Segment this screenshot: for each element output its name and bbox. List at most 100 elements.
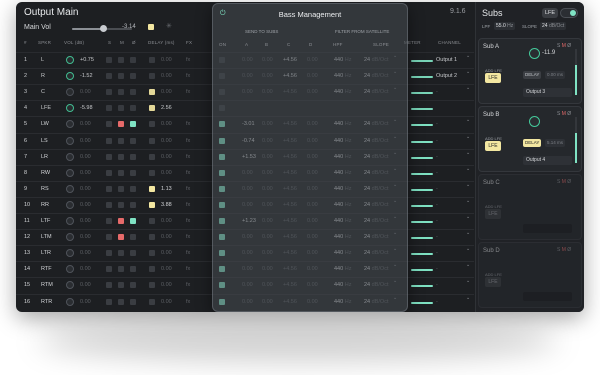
- volume-knob[interactable]: [66, 88, 74, 97]
- fx-button[interactable]: fx: [186, 198, 190, 213]
- sub-volume-knob[interactable]: [529, 48, 540, 59]
- add-lfe-button[interactable]: LFE: [485, 209, 501, 219]
- volume-knob[interactable]: [66, 281, 74, 290]
- solo-toggle[interactable]: [106, 57, 112, 63]
- delay-toggle[interactable]: [149, 218, 155, 224]
- mute-toggle[interactable]: [118, 137, 124, 144]
- chevron-down-icon[interactable]: ⌄: [466, 278, 470, 284]
- mute-toggle[interactable]: [118, 218, 124, 224]
- mute-toggle[interactable]: [118, 73, 124, 80]
- solo-toggle[interactable]: [106, 105, 112, 112]
- phase-toggle[interactable]: [130, 153, 136, 160]
- mute-toggle[interactable]: [118, 250, 124, 257]
- channel-select[interactable]: -: [436, 230, 438, 245]
- phase-toggle[interactable]: [130, 218, 136, 224]
- delay-toggle[interactable]: [149, 57, 155, 63]
- mute-toggle[interactable]: [118, 169, 124, 176]
- channel-select[interactable]: -: [436, 295, 438, 310]
- delay-toggle[interactable]: [149, 169, 155, 176]
- fx-button[interactable]: fx: [186, 85, 190, 100]
- volume-knob[interactable]: [66, 265, 74, 274]
- channel-select[interactable]: -: [436, 85, 438, 100]
- delay-toggle[interactable]: [149, 105, 155, 112]
- channel-select[interactable]: -: [436, 182, 438, 197]
- phase-toggle[interactable]: [130, 298, 136, 305]
- delay-toggle[interactable]: [149, 73, 155, 80]
- mute-toggle[interactable]: [118, 57, 124, 63]
- volume-knob[interactable]: [66, 297, 74, 306]
- phase-toggle[interactable]: [130, 250, 136, 257]
- lfe-toggle[interactable]: [560, 8, 578, 18]
- chevron-down-icon[interactable]: ⌄: [466, 198, 470, 204]
- volume-knob[interactable]: [66, 217, 74, 225]
- channel-select[interactable]: Output 2: [436, 69, 457, 84]
- solo-toggle[interactable]: [106, 298, 112, 305]
- fx-button[interactable]: fx: [186, 246, 190, 261]
- channel-select[interactable]: -: [436, 262, 438, 277]
- chevron-down-icon[interactable]: ⌄: [466, 295, 470, 301]
- solo-toggle[interactable]: [106, 201, 112, 208]
- mute-toggle[interactable]: [118, 185, 124, 192]
- solo-toggle[interactable]: [106, 234, 112, 241]
- channel-select[interactable]: Output 1: [436, 53, 457, 68]
- solo-toggle[interactable]: [106, 218, 112, 224]
- mute-toggle[interactable]: [118, 282, 124, 289]
- phase-toggle[interactable]: [130, 169, 136, 176]
- chevron-down-icon[interactable]: ⌄: [466, 166, 470, 172]
- lpf-value[interactable]: 55.0 Hz: [494, 22, 516, 30]
- solo-toggle[interactable]: [106, 89, 112, 96]
- solo-toggle[interactable]: [106, 282, 112, 289]
- chevron-down-icon[interactable]: ⌄: [466, 150, 470, 156]
- delay-toggle[interactable]: [149, 121, 155, 128]
- mute-toggle[interactable]: [118, 298, 124, 305]
- phase-toggle[interactable]: [130, 201, 136, 208]
- phase-toggle[interactable]: [130, 121, 136, 128]
- delay-toggle[interactable]: [149, 89, 155, 96]
- solo-toggle[interactable]: [106, 250, 112, 257]
- channel-select[interactable]: -: [436, 150, 438, 165]
- sub-flags[interactable]: S M Ø: [557, 43, 571, 49]
- phase-toggle[interactable]: [130, 89, 136, 96]
- volume-knob[interactable]: [66, 200, 74, 209]
- sub-delay-value[interactable]: 5.14 ms: [545, 139, 566, 147]
- sub-output-select[interactable]: Output 3: [523, 88, 572, 97]
- volume-knob[interactable]: [66, 233, 74, 242]
- delay-toggle[interactable]: [149, 153, 155, 160]
- mute-toggle[interactable]: [118, 234, 124, 241]
- chevron-down-icon[interactable]: ⌄: [466, 85, 470, 91]
- solo-toggle[interactable]: [106, 121, 112, 128]
- channel-select[interactable]: -: [436, 246, 438, 261]
- delay-toggle[interactable]: [149, 282, 155, 289]
- mute-toggle[interactable]: [118, 266, 124, 273]
- chevron-down-icon[interactable]: ⌄: [466, 53, 470, 59]
- sub-output-select[interactable]: Output 4: [523, 156, 572, 165]
- sub-volume-knob[interactable]: [529, 116, 540, 127]
- delay-toggle[interactable]: [149, 250, 155, 257]
- sub-output-select[interactable]: [523, 224, 572, 233]
- solo-toggle[interactable]: [106, 169, 112, 176]
- fx-button[interactable]: fx: [186, 69, 190, 84]
- solo-toggle[interactable]: [106, 73, 112, 80]
- solo-toggle[interactable]: [106, 137, 112, 144]
- delay-toggle[interactable]: [149, 137, 155, 144]
- channel-select[interactable]: -: [436, 278, 438, 293]
- fx-button[interactable]: fx: [186, 230, 190, 245]
- solo-toggle[interactable]: [106, 153, 112, 160]
- phase-toggle[interactable]: [130, 57, 136, 63]
- channel-select[interactable]: -: [436, 134, 438, 149]
- solo-toggle[interactable]: [106, 266, 112, 273]
- solo-toggle[interactable]: [106, 185, 112, 192]
- channel-select[interactable]: -: [436, 117, 438, 132]
- fx-button[interactable]: fx: [186, 278, 190, 293]
- phase-toggle[interactable]: [130, 185, 136, 192]
- lfe-badge[interactable]: LFE: [542, 8, 558, 18]
- delay-toggle[interactable]: [149, 185, 155, 192]
- fx-button[interactable]: fx: [186, 182, 190, 197]
- volume-knob[interactable]: [66, 249, 74, 258]
- fx-button[interactable]: fx: [186, 295, 190, 310]
- chevron-down-icon[interactable]: ⌄: [466, 262, 470, 268]
- sub-flags[interactable]: S M Ø: [557, 247, 571, 253]
- delay-toggle[interactable]: [149, 234, 155, 241]
- phase-toggle[interactable]: [130, 266, 136, 273]
- phase-toggle[interactable]: [130, 234, 136, 241]
